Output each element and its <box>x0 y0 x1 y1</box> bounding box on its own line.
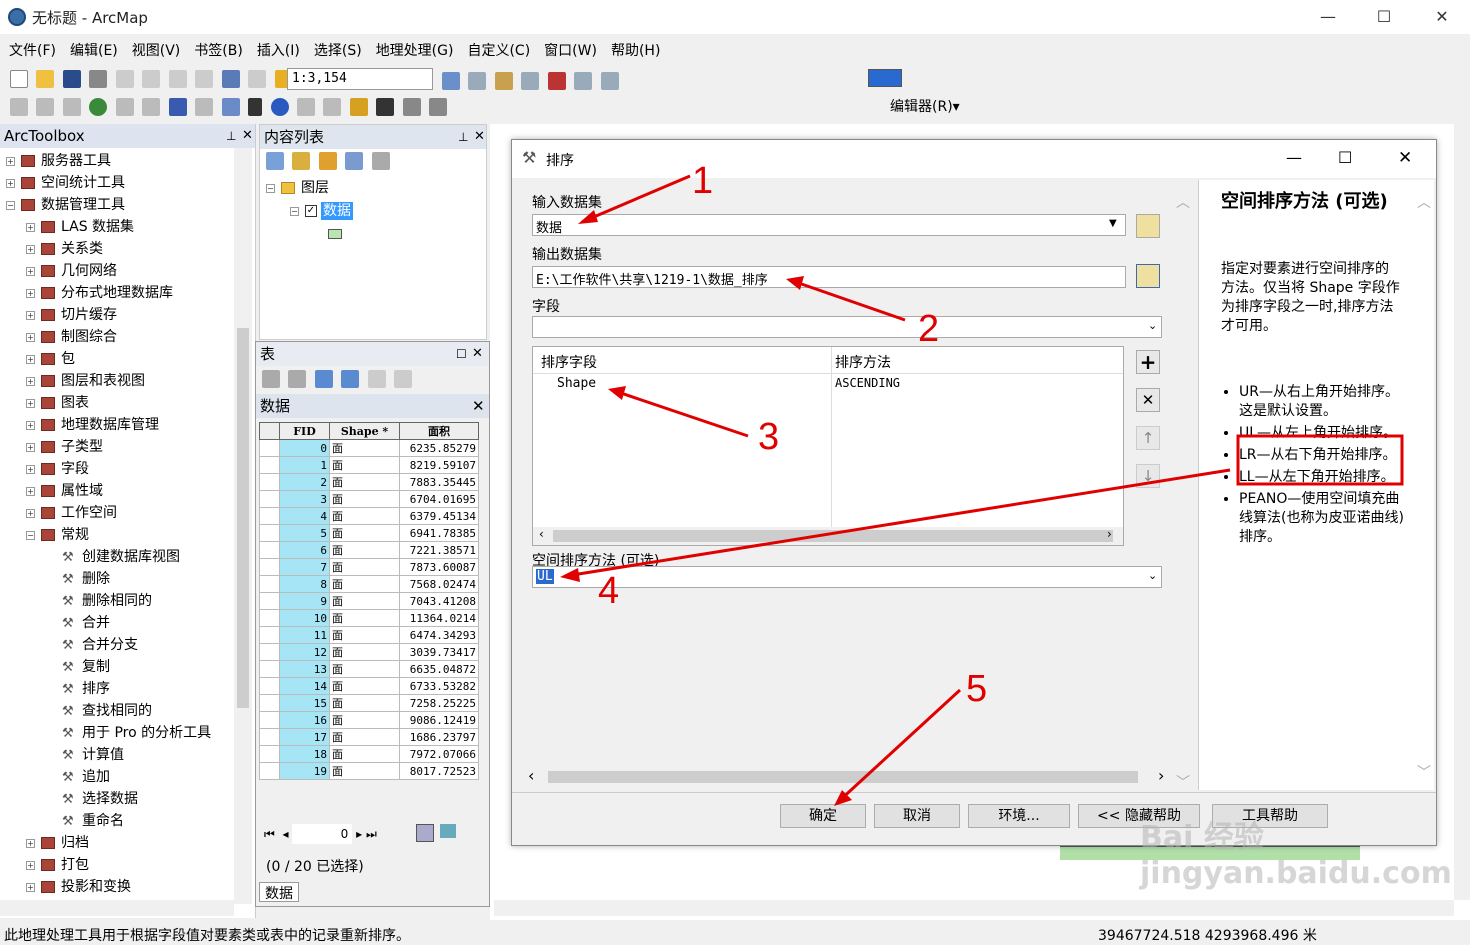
arrow-2 <box>789 278 906 322</box>
annotation-2: 2 <box>918 308 940 350</box>
status-message: 此地理处理工具用于根据字段值对要素类或表中的记录重新排序。 <box>4 928 410 944</box>
status-coordinates: 39467724.518 4293968.496 米 <box>1098 928 1317 944</box>
status-bar: 此地理处理工具用于根据字段值对要素类或表中的记录重新排序。 39467724.5… <box>0 922 1470 944</box>
arrow-5 <box>836 688 962 804</box>
arrow-3 <box>611 388 749 438</box>
annotation-4: 4 <box>598 570 620 612</box>
annotation-3: 3 <box>758 416 780 458</box>
arrow-1 <box>581 174 691 224</box>
ul-highlight-box <box>1236 434 1404 486</box>
watermark: Bai 经验 jingyan.baidu.com <box>1140 820 1452 891</box>
annotation-layer <box>560 174 1404 806</box>
annotation-5: 5 <box>966 668 988 710</box>
arrow-4 <box>565 468 1231 578</box>
annotation-1: 1 <box>692 160 714 202</box>
